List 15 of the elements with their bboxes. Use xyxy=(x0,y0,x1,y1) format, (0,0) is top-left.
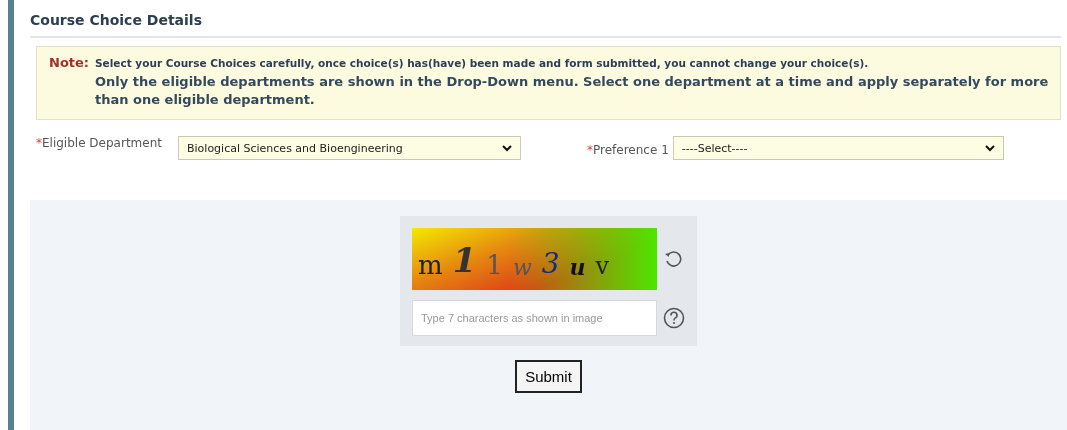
field-label: *Preference 1 xyxy=(587,142,669,159)
note-label: Note: xyxy=(49,55,90,72)
field-label: *Eligible Department xyxy=(36,136,163,151)
preference-dropdown[interactable]: ----Select---- xyxy=(672,136,1004,160)
note-text: Only the eligible departments are shown in the Drop-Down menu. Select one department at a time and apply separately for more than one eligible department. xyxy=(95,73,1050,109)
chevron-down-icon xyxy=(984,144,995,152)
chevron-down-icon xyxy=(502,144,512,152)
note-text: Select your Course Choices carefully, once choice(s) has(have) been made and form submitted, you cannot change your choice(s). xyxy=(95,57,870,69)
captcha-image: m 1 1 w 3 u v xyxy=(412,228,657,290)
refresh-icon[interactable] xyxy=(663,249,683,269)
captcha-input[interactable]: Type 7 characters as shown in image xyxy=(412,300,657,336)
help-icon[interactable] xyxy=(663,307,685,329)
section-title: Course Choice Details xyxy=(30,0,1061,38)
submit-button[interactable]: Submit xyxy=(515,360,582,393)
department-dropdown[interactable]: Biological Sciences and Bioengineering xyxy=(178,136,521,160)
